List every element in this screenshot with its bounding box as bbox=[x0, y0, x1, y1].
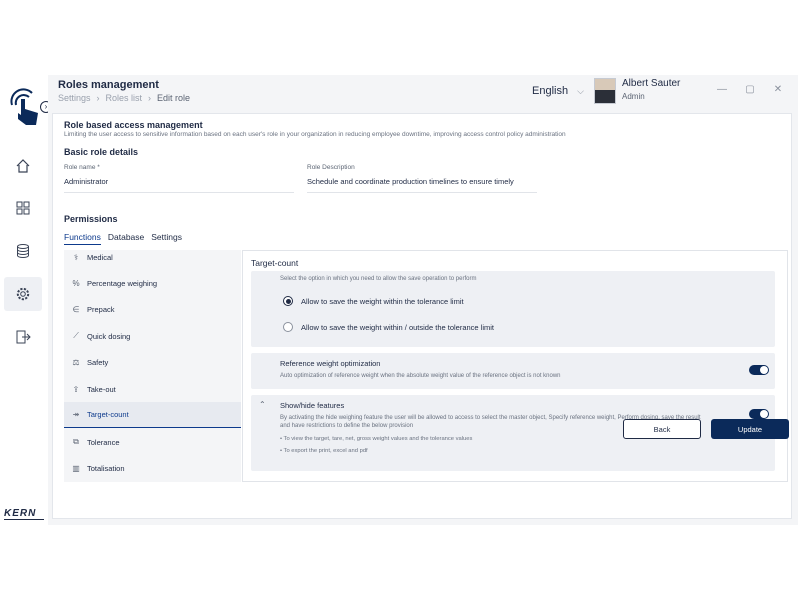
section-subtitle: Limiting the user access to sensitive in… bbox=[64, 131, 566, 138]
function-item-safety[interactable]: ⚖ Safety bbox=[64, 349, 241, 375]
percent-icon: % bbox=[72, 278, 80, 288]
breadcrumb-roles-list[interactable]: Roles list bbox=[106, 93, 143, 103]
page-title: Roles management bbox=[58, 79, 159, 91]
function-item-tolerance[interactable]: ⧉ Tolerance bbox=[64, 429, 241, 455]
tab-database[interactable]: Database bbox=[108, 232, 144, 245]
dashboard-icon[interactable] bbox=[4, 191, 42, 225]
breadcrumb-separator-icon: › bbox=[96, 93, 100, 103]
pane-title: Target-count bbox=[251, 258, 299, 268]
function-item-totalisation[interactable]: ▥ Totalisation bbox=[64, 455, 241, 481]
database-icon[interactable] bbox=[4, 234, 42, 268]
reference-weight-title: Reference weight optimization bbox=[280, 359, 381, 368]
bullet-view-values: • To view the target, tare, net, gross w… bbox=[280, 436, 473, 442]
permission-tabs: Functions Database Settings bbox=[64, 232, 182, 245]
language-label: English bbox=[532, 85, 569, 97]
function-label: Tolerance bbox=[87, 437, 120, 447]
breadcrumb-separator-icon: › bbox=[148, 93, 152, 103]
close-icon[interactable]: ✕ bbox=[772, 84, 784, 95]
function-label: Take-out bbox=[87, 384, 116, 394]
home-icon[interactable] bbox=[4, 149, 42, 183]
app-frame: › KERN Roles management Settings › Roles… bbox=[0, 0, 800, 600]
user-role: Admin bbox=[622, 92, 645, 101]
bullet-text: To view the target, tare, net, gross wei… bbox=[283, 436, 473, 442]
tolerance-icon: ⧉ bbox=[73, 437, 79, 446]
function-item-percentage-weighing[interactable]: % Percentage weighing bbox=[64, 270, 241, 296]
role-description-field[interactable]: Schedule and coordinate production timel… bbox=[307, 177, 537, 193]
function-item-target-count[interactable]: ↠ Target-count bbox=[64, 402, 241, 428]
back-button[interactable]: Back bbox=[623, 419, 701, 439]
radio-label: Allow to save the weight within / outsid… bbox=[301, 322, 495, 332]
basic-details-title: Basic role details bbox=[64, 147, 139, 157]
reference-weight-card: Reference weight optimization Auto optim… bbox=[251, 353, 775, 389]
role-description-label: Role Description bbox=[307, 164, 355, 171]
radio-selected-icon[interactable] bbox=[283, 296, 293, 306]
nav-rail: › bbox=[0, 75, 52, 525]
medical-icon: ⚕ bbox=[73, 252, 79, 262]
functions-list: ⚕ Medical % Percentage weighing ∈ Prepac… bbox=[64, 250, 241, 482]
function-item-quick-dosing[interactable]: ⟋ Quick dosing bbox=[64, 323, 241, 349]
main-window: Roles management Settings › Roles list ›… bbox=[48, 75, 798, 525]
language-selector[interactable]: English ⌵ bbox=[532, 85, 584, 97]
role-name-field[interactable]: Administrator bbox=[64, 177, 294, 193]
tab-settings[interactable]: Settings bbox=[151, 232, 182, 245]
minimize-icon[interactable]: — bbox=[716, 84, 728, 95]
radio-unselected-icon[interactable] bbox=[283, 322, 293, 332]
totalisation-icon: ▥ bbox=[72, 463, 80, 473]
prepack-icon: ∈ bbox=[72, 304, 80, 314]
target-count-icon: ↠ bbox=[72, 410, 80, 419]
function-label: Target-count bbox=[87, 410, 129, 419]
show-hide-title: Show/hide features bbox=[280, 401, 345, 410]
radio-label: Allow to save the weight within the tole… bbox=[301, 296, 464, 306]
top-bar: Roles management Settings › Roles list ›… bbox=[48, 75, 798, 109]
function-item-prepack[interactable]: ∈ Prepack bbox=[64, 296, 241, 322]
reference-weight-desc: Auto optimization of reference weight wh… bbox=[280, 373, 561, 379]
settings-gear-icon[interactable] bbox=[4, 277, 42, 311]
breadcrumb-settings[interactable]: Settings bbox=[58, 93, 91, 103]
function-label: Medical bbox=[87, 252, 113, 262]
update-button[interactable]: Update bbox=[711, 419, 789, 439]
function-item-medical[interactable]: ⚕ Medical bbox=[64, 250, 241, 270]
role-name-label: Role name * bbox=[64, 164, 100, 171]
touch-logo-icon bbox=[10, 88, 38, 125]
kern-logo: KERN bbox=[4, 508, 44, 520]
function-label: Percentage weighing bbox=[87, 278, 158, 288]
maximize-icon[interactable]: ▢ bbox=[744, 84, 756, 95]
radio-save-within[interactable]: Allow to save the weight within the tole… bbox=[283, 296, 464, 306]
safety-icon: ⚖ bbox=[72, 357, 80, 367]
radio-save-within-outside[interactable]: Allow to save the weight within / outsid… bbox=[283, 322, 494, 332]
permissions-title: Permissions bbox=[64, 214, 118, 224]
chevron-up-icon[interactable]: ⌃ bbox=[259, 400, 266, 409]
content-panel: Role based access management Limiting th… bbox=[52, 113, 792, 519]
function-label: Prepack bbox=[87, 304, 115, 314]
breadcrumb: Settings › Roles list › Edit role bbox=[58, 93, 190, 103]
function-label: Quick dosing bbox=[87, 331, 131, 341]
logout-icon[interactable] bbox=[4, 320, 42, 354]
save-option-hint: Select the option in which you need to a… bbox=[280, 276, 477, 282]
function-item-take-out[interactable]: ⇪ Take-out bbox=[64, 376, 241, 402]
bullet-export: • To export the print, excel and pdf bbox=[280, 448, 368, 454]
bullet-text: To export the print, excel and pdf bbox=[283, 448, 368, 454]
tab-functions[interactable]: Functions bbox=[64, 232, 101, 245]
takeout-icon: ⇪ bbox=[72, 384, 80, 394]
reference-weight-toggle[interactable] bbox=[749, 365, 769, 375]
avatar[interactable] bbox=[594, 78, 616, 104]
show-hide-desc-2: and have restrictions to define the belo… bbox=[280, 423, 414, 429]
chevron-down-icon: ⌵ bbox=[577, 86, 584, 96]
pipette-icon: ⟋ bbox=[73, 331, 79, 340]
breadcrumb-edit-role: Edit role bbox=[157, 93, 191, 103]
show-hide-toggle[interactable] bbox=[749, 409, 769, 419]
save-option-card: Select the option in which you need to a… bbox=[251, 271, 775, 347]
user-name: Albert Sauter bbox=[622, 78, 681, 89]
function-label: Safety bbox=[87, 357, 109, 367]
section-title: Role based access management bbox=[64, 120, 203, 130]
function-label: Totalisation bbox=[87, 463, 125, 473]
function-detail-pane: Target-count Select the option in which … bbox=[242, 250, 788, 482]
